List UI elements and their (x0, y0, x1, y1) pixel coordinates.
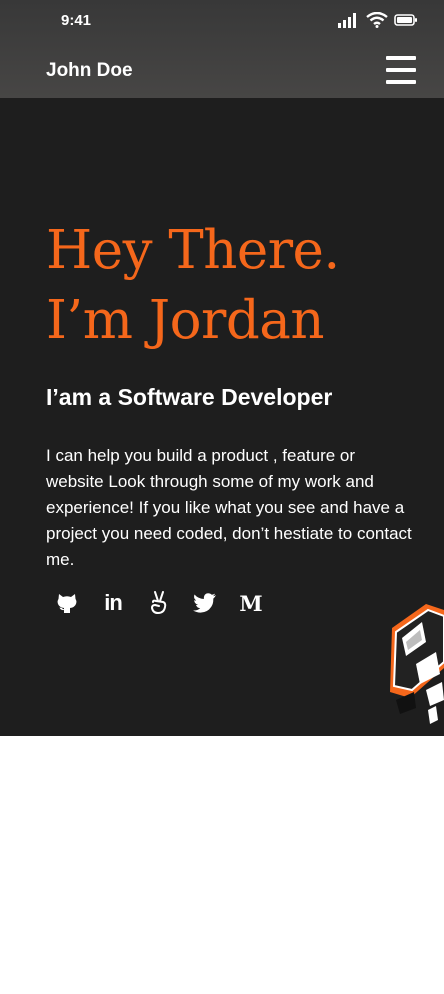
hero-intro: I can help you build a product , feature… (46, 446, 412, 569)
linkedin-icon[interactable]: in (100, 590, 126, 616)
menu-bar (386, 80, 416, 84)
github-icon[interactable] (54, 590, 80, 616)
medium-icon[interactable]: M (238, 590, 264, 616)
status-time: 9:41 (61, 12, 92, 29)
brand-name[interactable]: John Doe (46, 60, 133, 82)
menu-bar (386, 68, 416, 72)
signal-icon (338, 13, 356, 28)
twitter-icon[interactable] (192, 590, 218, 616)
status-icons (338, 10, 418, 30)
angellist-icon[interactable] (146, 590, 172, 616)
hero-title: Hey There. I’m Jordan (46, 216, 340, 356)
social-links: in M (54, 590, 264, 616)
hamburger-menu-icon[interactable] (386, 56, 416, 84)
hero-subtitle: I’am a Software Developer (46, 384, 333, 410)
app-screen: 9:41 John Doe Hey There. I’m Jordan I’am… (0, 0, 444, 736)
hero-title-line-1: Hey There. (46, 220, 340, 281)
battery-icon (394, 14, 417, 26)
menu-bar (386, 56, 416, 60)
decorative-cubes (390, 604, 444, 724)
hero-title-line-2: I’m Jordan (46, 290, 325, 351)
top-bar: 9:41 John Doe (0, 0, 444, 98)
wifi-icon (366, 12, 388, 28)
